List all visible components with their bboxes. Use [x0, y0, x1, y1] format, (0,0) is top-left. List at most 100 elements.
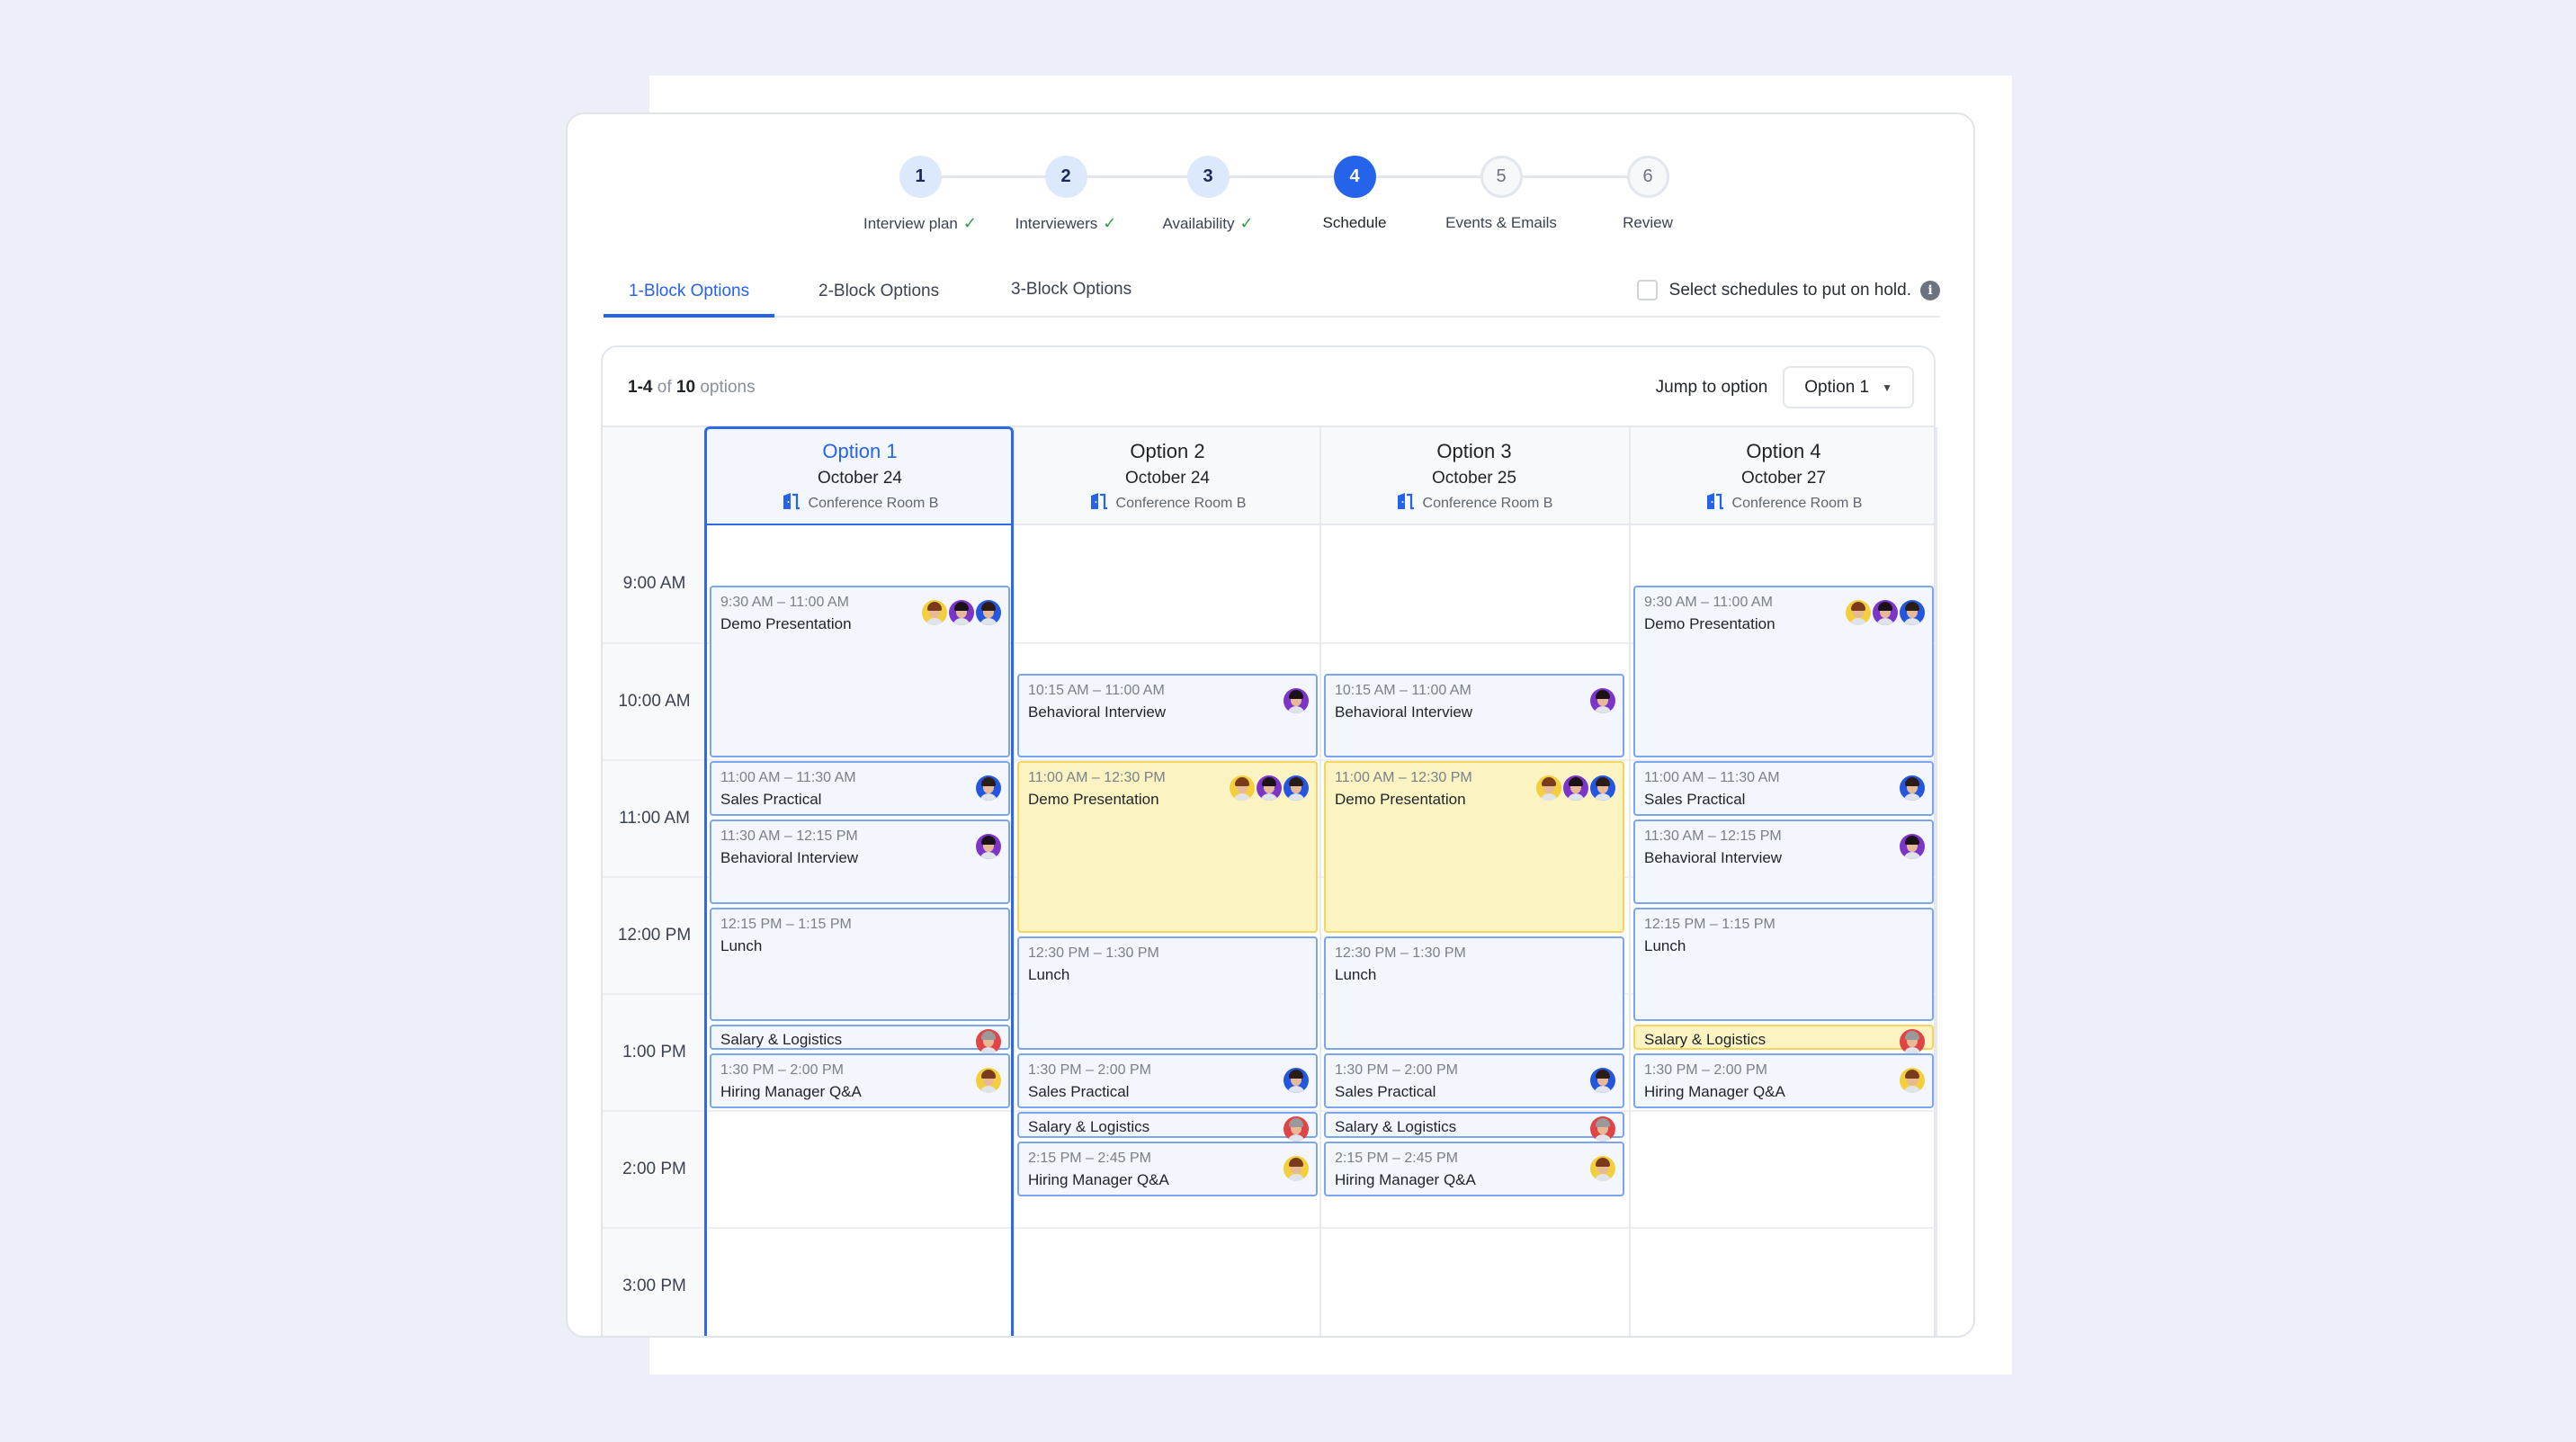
avatar-body [1594, 1086, 1612, 1093]
room-label: Conference Room B [1115, 495, 1247, 511]
schedule-event[interactable]: 12:15 PM – 1:15 PM Lunch [710, 907, 1010, 1021]
step-number: 5 [1480, 156, 1523, 198]
avatar-body [1876, 618, 1894, 625]
avatar-body [1287, 1086, 1305, 1093]
avatar-hair [927, 602, 942, 611]
avatar-red[interactable] [1900, 1028, 1925, 1054]
step-number: 2 [1044, 156, 1087, 198]
schedule-event[interactable]: Salary & Logistics [1324, 1112, 1624, 1142]
interviewer-avatars [1900, 775, 1925, 801]
avatar-yellow[interactable] [1284, 1155, 1309, 1181]
schedule-event[interactable]: 1:30 PM – 2:00 PM Sales Practical [1324, 1053, 1624, 1108]
avatar-red[interactable] [1284, 1116, 1309, 1142]
schedule-event[interactable]: 11:00 AM – 12:30 PM Demo Presentation [1017, 761, 1318, 933]
avatar-blue[interactable] [1284, 775, 1309, 801]
avatar-blue[interactable] [1284, 1068, 1309, 1093]
option-header[interactable]: Option 4 October 27 Conference Room B [1630, 427, 1937, 525]
avatar-blue[interactable] [1590, 775, 1615, 801]
avatar-blue[interactable] [1900, 775, 1925, 801]
avatar-body [979, 852, 997, 859]
avatar-blue[interactable] [976, 775, 1001, 801]
avatar-hair [981, 777, 996, 786]
option-column-3[interactable]: Option 3 October 25 Conference Room B 10:15… [1320, 427, 1628, 1336]
schedule-event[interactable]: 9:30 AM – 11:00 AM Demo Presentation [1633, 586, 1934, 757]
option-header[interactable]: Option 1 October 24 Conference Room B [706, 427, 1014, 525]
option-title: Option 2 [1130, 440, 1205, 462]
tab-1-block-options[interactable]: 1-Block Options [604, 265, 775, 318]
avatar-red[interactable] [976, 1028, 1001, 1054]
avatar-hair [1596, 777, 1610, 786]
avatar-purple[interactable] [1563, 775, 1588, 801]
info-icon[interactable]: i [1920, 280, 1940, 300]
avatar-blue[interactable] [976, 600, 1001, 625]
avatar-purple[interactable] [1257, 775, 1282, 801]
avatar-blue[interactable] [1590, 1068, 1615, 1093]
interviewer-avatars [1284, 1068, 1309, 1093]
interviewer-avatars [1284, 1155, 1309, 1181]
avatar-yellow[interactable] [1230, 775, 1255, 801]
step-review[interactable]: 6 Review [1558, 156, 1738, 232]
event-title: Sales Practical [1644, 791, 1746, 808]
schedule-event[interactable]: 12:30 PM – 1:30 PM Lunch [1324, 936, 1624, 1050]
option-header[interactable]: Option 3 October 25 Conference Room B [1320, 427, 1628, 525]
avatar-purple[interactable] [1284, 687, 1309, 713]
avatar-yellow[interactable] [1846, 600, 1871, 625]
tab-2-block-options[interactable]: 2-Block Options [793, 265, 964, 318]
schedule-event[interactable]: 10:15 AM – 11:00 AM Behavioral Interview [1017, 673, 1318, 757]
room-label: Conference Room B [808, 495, 939, 511]
avatar-purple[interactable] [976, 834, 1001, 859]
event-time: 12:15 PM – 1:15 PM [720, 916, 852, 932]
jump-to-option: Jump to option Option 1 ▼ [1656, 366, 1914, 408]
avatar-hair [1289, 777, 1303, 786]
avatar-red[interactable] [1590, 1116, 1615, 1142]
event-time: 11:00 AM – 11:30 AM [720, 770, 856, 785]
option-column-2[interactable]: Option 2 October 24 Conference Room B 10:15… [1014, 427, 1321, 1336]
avatar-purple[interactable] [1900, 834, 1925, 859]
avatar-hair [1289, 689, 1303, 699]
option-select[interactable]: Option 1 ▼ [1783, 366, 1914, 408]
schedule-event[interactable]: 11:00 AM – 11:30 AM Sales Practical [710, 761, 1010, 816]
avatar-body [1903, 852, 1921, 859]
event-title: Salary & Logistics [1335, 1118, 1457, 1135]
schedule-event[interactable]: 12:30 PM – 1:30 PM Lunch [1017, 936, 1318, 1050]
step-number: 1 [899, 156, 942, 198]
schedule-event[interactable]: 11:00 AM – 12:30 PM Demo Presentation [1324, 761, 1624, 933]
schedule-event[interactable]: 2:15 PM – 2:45 PM Hiring Manager Q&A [1324, 1141, 1624, 1196]
schedule-event[interactable]: 1:30 PM – 2:00 PM Hiring Manager Q&A [710, 1053, 1010, 1108]
schedule-event[interactable]: 1:30 PM – 2:00 PM Hiring Manager Q&A [1633, 1053, 1934, 1108]
schedule-event[interactable]: 10:15 AM – 11:00 AM Behavioral Interview [1324, 673, 1624, 757]
schedule-event[interactable]: Salary & Logistics [1633, 1024, 1934, 1054]
avatar-yellow[interactable] [1900, 1068, 1925, 1093]
avatar-purple[interactable] [949, 600, 974, 625]
schedule-event[interactable]: 9:30 AM – 11:00 AM Demo Presentation [710, 586, 1010, 757]
check-icon: ✓ [962, 214, 977, 232]
schedule-event[interactable]: 11:00 AM – 11:30 AM Sales Practical [1633, 761, 1934, 816]
door-icon [1089, 492, 1116, 515]
tab-3-block-options[interactable]: 3-Block Options [986, 265, 1157, 318]
option-column-4[interactable]: Option 4 October 27 Conference Room B 9:30 … [1630, 427, 1937, 1336]
schedule-event[interactable]: 12:15 PM – 1:15 PM Lunch [1633, 907, 1934, 1021]
hold-checkbox[interactable] [1636, 280, 1658, 300]
schedule-event[interactable]: Salary & Logistics [1017, 1112, 1318, 1142]
interviewer-avatars [1284, 687, 1309, 713]
schedule-event[interactable]: 11:30 AM – 12:15 PM Behavioral Interview [710, 820, 1010, 904]
schedule-event[interactable]: 11:30 AM – 12:15 PM Behavioral Interview [1633, 820, 1934, 904]
schedule-event[interactable]: Salary & Logistics [710, 1024, 1010, 1054]
avatar-yellow[interactable] [1590, 1155, 1615, 1181]
avatar-yellow[interactable] [922, 600, 947, 625]
avatar-hair [1596, 1118, 1610, 1127]
avatar-yellow[interactable] [976, 1068, 1001, 1093]
avatar-hair [1542, 777, 1556, 786]
option-column-1[interactable]: Option 1 October 24 Conference Room B 9:30 … [704, 426, 1014, 1336]
event-time: 11:00 AM – 11:30 AM [1644, 770, 1780, 785]
avatar-blue[interactable] [1900, 600, 1925, 625]
schedule-event[interactable]: 2:15 PM – 2:45 PM Hiring Manager Q&A [1017, 1141, 1318, 1196]
avatar-purple[interactable] [1873, 600, 1898, 625]
scheduler-card: 1 Interview plan ✓ 2 Interviewers ✓ 3 Avai… [566, 112, 1975, 1338]
interviewer-avatars [1900, 834, 1925, 859]
option-header[interactable]: Option 2 October 24 Conference Room B [1014, 427, 1321, 525]
avatar-body [926, 618, 944, 625]
avatar-purple[interactable] [1590, 687, 1615, 713]
avatar-yellow[interactable] [1536, 775, 1561, 801]
schedule-event[interactable]: 1:30 PM – 2:00 PM Sales Practical [1017, 1053, 1318, 1108]
